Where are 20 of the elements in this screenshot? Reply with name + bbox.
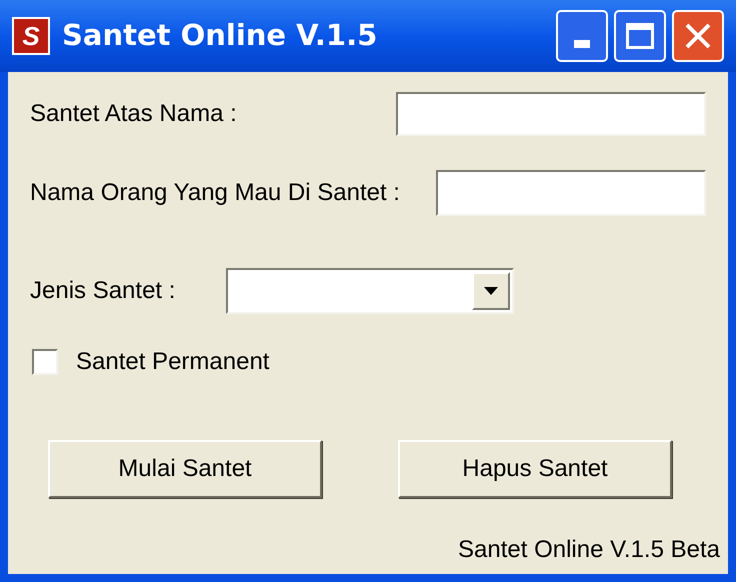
window-title: Santet Online V.1.5 — [62, 17, 378, 54]
maximize-icon — [626, 23, 654, 49]
field-label: Nama Orang Yang Mau Di Santet : — [30, 178, 400, 208]
name-input-field[interactable] — [396, 92, 706, 136]
close-icon — [684, 22, 712, 50]
action-button[interactable]: Hapus Santet — [398, 440, 672, 498]
app-icon: S — [12, 17, 50, 55]
dropdown-arrow-icon — [484, 287, 498, 295]
version-label: Santet Online V.1.5 Beta — [458, 535, 720, 565]
minimize-button[interactable] — [556, 10, 608, 62]
minimize-icon — [574, 40, 590, 48]
action-button[interactable]: Mulai Santet — [48, 440, 322, 498]
type-dropdown[interactable] — [226, 268, 514, 314]
field-label: Santet Atas Nama : — [30, 99, 237, 129]
dropdown-label: Jenis Santet : — [30, 276, 176, 306]
checkbox-label: Santet Permanent — [76, 347, 270, 377]
maximize-button[interactable] — [614, 10, 666, 62]
permanent-checkbox[interactable] — [32, 349, 58, 375]
target-input-field[interactable] — [436, 170, 706, 216]
close-button[interactable] — [672, 10, 724, 62]
